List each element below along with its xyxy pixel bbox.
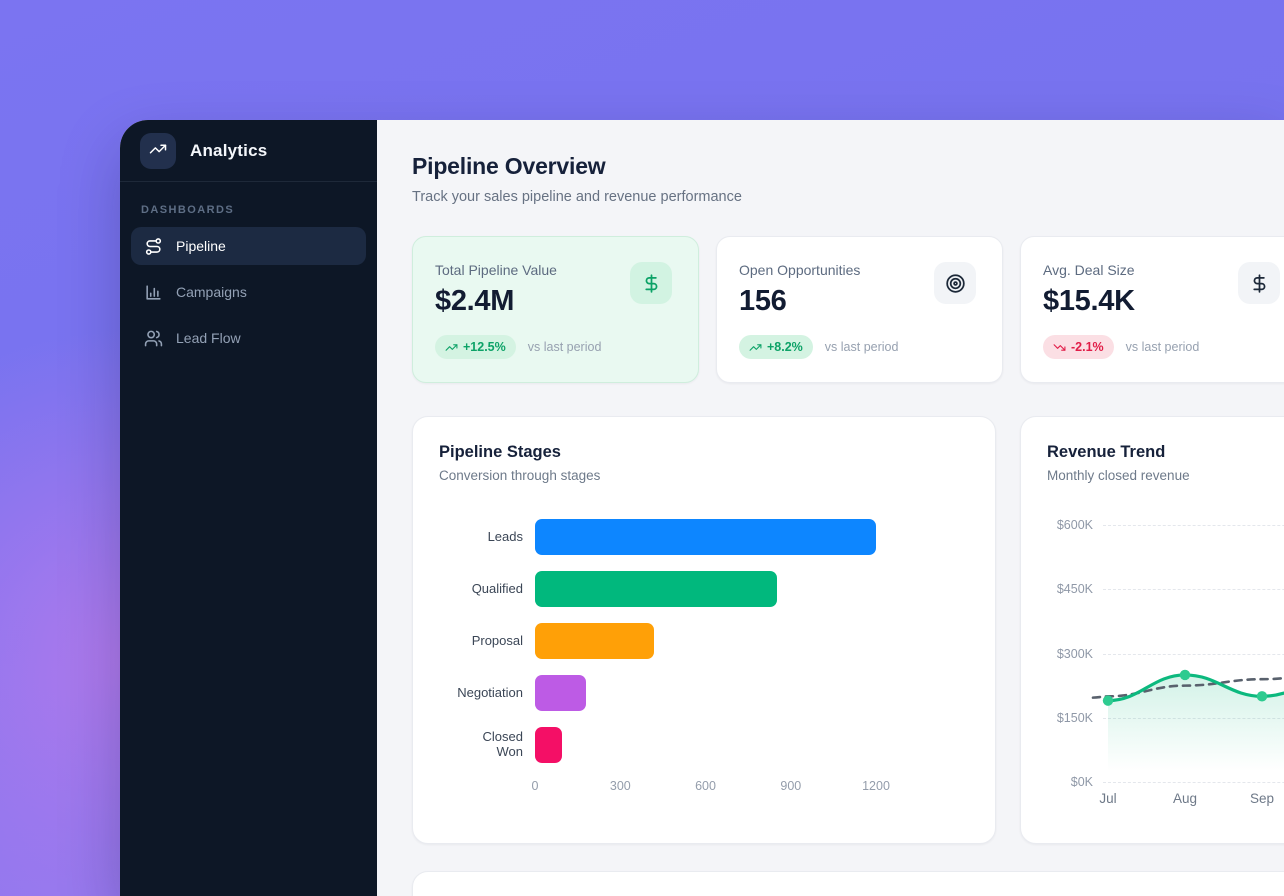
sidebar-item-label: Pipeline [176,238,226,254]
bar-row-leads: Leads [439,519,969,555]
sidebar-header: Analytics [120,120,377,182]
trending-up-icon [749,341,762,354]
bar-qualified [535,571,777,607]
page-title: Pipeline Overview [412,153,1284,180]
trending-up-icon [149,140,167,163]
data-point [1180,670,1190,680]
kpi-change-badge: -2.1% [1043,335,1114,359]
users-icon [144,329,163,348]
trending-down-icon [1053,341,1066,354]
y-tick-label: $450K [1047,582,1093,596]
charts-row: Pipeline Stages Conversion through stage… [412,416,1284,844]
x-tick-label: 1200 [862,779,890,793]
sidebar-item-label: Lead Flow [176,330,241,346]
bar-leads [535,519,876,555]
x-tick-label: 600 [695,779,716,793]
y-tick-label: $600K [1047,518,1093,532]
data-point [1103,695,1113,705]
kpi-footer: +8.2% vs last period [739,335,980,359]
bar-chart-icon [144,283,163,302]
revenue-trend-card: Revenue Trend Monthly closed revenue $60… [1020,416,1284,844]
card-title: Revenue Trend [1047,443,1284,462]
bar-track [535,675,969,711]
bar-row-qualified: Qualified [439,571,969,607]
kpi-row: Total Pipeline Value$2.4M+12.5%vs last p… [412,236,1284,383]
bottom-card [412,871,1284,896]
kpi-note: vs last period [528,340,602,354]
kpi-note: vs last period [825,340,899,354]
bar-track [535,727,969,763]
y-tick-label: $0K [1047,775,1093,789]
bar-negotiation [535,675,586,711]
x-tick-label: 900 [780,779,801,793]
sidebar-items: Pipeline Campaigns Lead Flow [131,227,366,357]
sidebar-nav: DASHBOARDS Pipeline Campaigns Lead Flow [120,182,377,382]
app-window: Analytics DASHBOARDS Pipeline Campaigns Le… [120,120,1284,896]
bar-chart-x-axis: 03006009001200 [535,779,880,797]
page-subtitle: Track your sales pipeline and revenue pe… [412,189,1284,205]
app-title: Analytics [190,141,267,161]
main-content: Pipeline Overview Track your sales pipel… [377,120,1284,896]
kpi-footer: -2.1% vs last period [1043,335,1284,359]
bar-row-closed-won: Closed Won [439,727,969,763]
x-tick-label: 0 [532,779,539,793]
bar-proposal [535,623,654,659]
sidebar: Analytics DASHBOARDS Pipeline Campaigns Le… [120,120,377,896]
kpi-note: vs last period [1126,340,1200,354]
bar-category-label: Qualified [439,582,523,597]
bar-chart: Leads Qualified Proposal Negotiation Closed … [439,519,969,763]
kpi-card-avg-deal-size: Avg. Deal Size$15.4K-2.1%vs last period [1020,236,1284,383]
data-point [1257,691,1267,701]
sidebar-item-campaigns[interactable]: Campaigns [131,273,366,311]
sidebar-item-pipeline[interactable]: Pipeline [131,227,366,265]
bar-row-negotiation: Negotiation [439,675,969,711]
bar-closed-won [535,727,562,763]
bar-category-label: Proposal [439,634,523,649]
card-title: Pipeline Stages [439,443,969,462]
dollar-icon [1238,262,1280,304]
kpi-footer: +12.5% vs last period [435,335,676,359]
target-icon [934,262,976,304]
bar-row-proposal: Proposal [439,623,969,659]
dollar-icon [630,262,672,304]
kpi-card-total-pipeline-value: Total Pipeline Value$2.4M+12.5%vs last p… [412,236,699,383]
sidebar-section-label: DASHBOARDS [131,204,366,216]
y-tick-label: $300K [1047,647,1093,661]
bar-track [535,623,969,659]
card-subtitle: Monthly closed revenue [1047,468,1284,483]
revenue-area [1108,675,1284,782]
kpi-card-open-opportunities: Open Opportunities156+8.2%vs last period [716,236,1003,383]
bar-category-label: Leads [439,530,523,545]
pipeline-stages-card: Pipeline Stages Conversion through stage… [412,416,996,844]
bar-track [535,519,969,555]
kpi-change-badge: +12.5% [435,335,516,359]
desktop-background: { "app": { "name": "Analytics" }, "sideb… [0,0,1284,896]
line-chart-svg [1103,509,1284,809]
route-icon [144,237,163,256]
bar-category-label: Closed Won [439,730,523,760]
sidebar-item-lead-flow[interactable]: Lead Flow [131,319,366,357]
y-tick-label: $150K [1047,711,1093,725]
x-tick-label: 300 [610,779,631,793]
kpi-change-badge: +8.2% [739,335,813,359]
line-chart: $600K$450K$300K$150K$0KJulAugSep [1047,509,1284,809]
card-subtitle: Conversion through stages [439,468,969,483]
bar-track [535,571,969,607]
trending-up-icon [445,341,458,354]
bar-category-label: Negotiation [439,686,523,701]
sidebar-item-label: Campaigns [176,284,247,300]
app-logo [140,133,176,169]
